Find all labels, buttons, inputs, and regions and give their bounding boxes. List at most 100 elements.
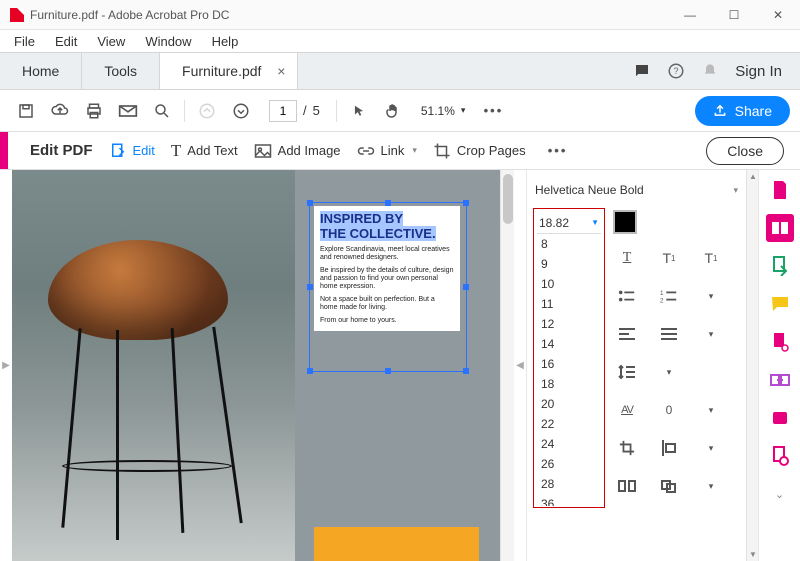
size-option[interactable]: 11 xyxy=(537,294,601,314)
size-option[interactable]: 16 xyxy=(537,354,601,374)
subscript-icon[interactable]: T1 xyxy=(699,248,723,268)
size-option[interactable]: 22 xyxy=(537,414,601,434)
font-size-combobox[interactable]: 18.82 ▼ xyxy=(537,212,601,234)
page-up-icon[interactable] xyxy=(191,95,223,127)
size-option[interactable]: 28 xyxy=(537,474,601,494)
align-options-icon[interactable]: ▾ xyxy=(699,438,723,458)
document-text-block[interactable]: INSPIRED BY THE COLLECTIVE. Explore Scan… xyxy=(314,206,460,331)
resize-handle[interactable] xyxy=(307,200,313,206)
line-spacing-icon[interactable] xyxy=(615,362,639,382)
add-image-label: Add Image xyxy=(278,143,341,158)
page-down-icon[interactable] xyxy=(225,95,257,127)
close-window-button[interactable]: ✕ xyxy=(756,0,800,30)
scroll-down-icon[interactable]: ▼ xyxy=(749,550,757,559)
menu-file[interactable]: File xyxy=(6,32,43,51)
chat-icon[interactable] xyxy=(633,62,651,80)
sign-in-link[interactable]: Sign In xyxy=(735,63,782,80)
size-option[interactable]: 10 xyxy=(537,274,601,294)
size-option[interactable]: 8 xyxy=(537,234,601,254)
combine-tool-icon[interactable] xyxy=(766,366,794,394)
close-tab-icon[interactable]: × xyxy=(277,63,285,79)
kerning-value[interactable]: 0 xyxy=(657,400,681,420)
help-icon[interactable]: ? xyxy=(667,62,685,80)
resize-handle[interactable] xyxy=(307,284,313,290)
spacing-options-icon[interactable]: ▾ xyxy=(657,362,681,382)
menu-view[interactable]: View xyxy=(89,32,133,51)
resize-handle[interactable] xyxy=(463,200,469,206)
redact-tool-icon[interactable] xyxy=(766,404,794,432)
size-option[interactable]: 24 xyxy=(537,434,601,454)
flip-horizontal-icon[interactable] xyxy=(615,476,639,496)
crop-tool-icon[interactable] xyxy=(615,438,639,458)
protect-tool-icon[interactable] xyxy=(766,442,794,470)
cloud-upload-icon[interactable] xyxy=(44,95,76,127)
align-options-icon[interactable]: ▾ xyxy=(699,324,723,344)
close-edit-button[interactable]: Close xyxy=(706,137,784,165)
edit-pdf-tool-icon[interactable] xyxy=(766,214,794,242)
tab-document[interactable]: Furniture.pdf × xyxy=(160,53,298,89)
scroll-thumb[interactable] xyxy=(503,174,513,224)
size-option[interactable]: 36 xyxy=(537,494,601,506)
size-option[interactable]: 14 xyxy=(537,334,601,354)
left-panel-toggle[interactable]: ▶ xyxy=(0,170,12,561)
hand-tool-icon[interactable] xyxy=(377,95,409,127)
mail-icon[interactable] xyxy=(112,95,144,127)
add-text-button[interactable]: T Add Text xyxy=(171,141,238,161)
export-pdf-tool-icon[interactable] xyxy=(766,252,794,280)
print-icon[interactable] xyxy=(78,95,110,127)
scroll-up-icon[interactable]: ▲ xyxy=(749,172,757,181)
search-icon[interactable] xyxy=(146,95,178,127)
size-option[interactable]: 12 xyxy=(537,314,601,334)
mid-panel-toggle[interactable]: ◀ xyxy=(514,170,526,561)
superscript-icon[interactable]: T1 xyxy=(657,248,681,268)
tab-home[interactable]: Home xyxy=(0,53,82,89)
more-icon[interactable]: ••• xyxy=(477,95,509,127)
arrange-options-icon[interactable]: ▾ xyxy=(699,476,723,496)
size-option[interactable]: 26 xyxy=(537,454,601,474)
panel-scrollbar[interactable]: ▲ ▼ xyxy=(746,170,758,561)
underline-icon[interactable]: T xyxy=(615,248,639,268)
arrange-icon[interactable] xyxy=(657,476,681,496)
crop-pages-button[interactable]: Crop Pages xyxy=(433,142,526,160)
comment-tool-icon[interactable] xyxy=(766,290,794,318)
resize-handle[interactable] xyxy=(463,368,469,374)
maximize-button[interactable]: ☐ xyxy=(712,0,756,30)
menu-help[interactable]: Help xyxy=(204,32,247,51)
share-button[interactable]: Share xyxy=(695,96,790,126)
link-button[interactable]: Link xyxy=(357,143,417,158)
menu-edit[interactable]: Edit xyxy=(47,32,85,51)
create-pdf-tool-icon[interactable] xyxy=(766,176,794,204)
more-edit-icon[interactable]: ••• xyxy=(542,135,574,167)
page-number-input[interactable] xyxy=(269,100,297,122)
viewport-scrollbar[interactable] xyxy=(500,170,514,561)
resize-handle[interactable] xyxy=(463,284,469,290)
size-option[interactable]: 20 xyxy=(537,394,601,414)
list-options-icon[interactable]: ▾ xyxy=(699,286,723,306)
text-color-swatch[interactable] xyxy=(613,210,637,234)
size-option[interactable]: 18 xyxy=(537,374,601,394)
save-icon[interactable] xyxy=(10,95,42,127)
bullet-list-icon[interactable] xyxy=(615,286,639,306)
menu-window[interactable]: Window xyxy=(137,32,199,51)
heading-line1: INSPIRED BY xyxy=(320,211,403,226)
select-tool-icon[interactable] xyxy=(343,95,375,127)
resize-handle[interactable] xyxy=(307,368,313,374)
font-family-dropdown[interactable]: Helvetica Neue Bold ▾ xyxy=(535,176,738,204)
add-image-button[interactable]: Add Image xyxy=(254,143,341,159)
tab-tools[interactable]: Tools xyxy=(82,53,160,89)
align-vertical-icon[interactable] xyxy=(657,438,681,458)
numbered-list-icon[interactable]: 12 xyxy=(657,286,681,306)
document-viewport[interactable]: INSPIRED BY THE COLLECTIVE. Explore Scan… xyxy=(12,170,500,561)
expand-tools-icon[interactable]: ⌄ xyxy=(766,480,794,508)
edit-button[interactable]: Edit xyxy=(109,142,155,160)
align-left-icon[interactable] xyxy=(615,324,639,344)
organize-tool-icon[interactable] xyxy=(766,328,794,356)
bell-icon[interactable] xyxy=(701,62,719,80)
kerning-options-icon[interactable]: ▾ xyxy=(699,400,723,420)
size-option[interactable]: 9 xyxy=(537,254,601,274)
zoom-dropdown[interactable]: 51.1% ▾ xyxy=(421,104,466,118)
resize-handle[interactable] xyxy=(385,368,391,374)
kerning-icon[interactable]: AV xyxy=(615,400,639,420)
minimize-button[interactable]: ― xyxy=(668,0,712,30)
align-justify-icon[interactable] xyxy=(657,324,681,344)
